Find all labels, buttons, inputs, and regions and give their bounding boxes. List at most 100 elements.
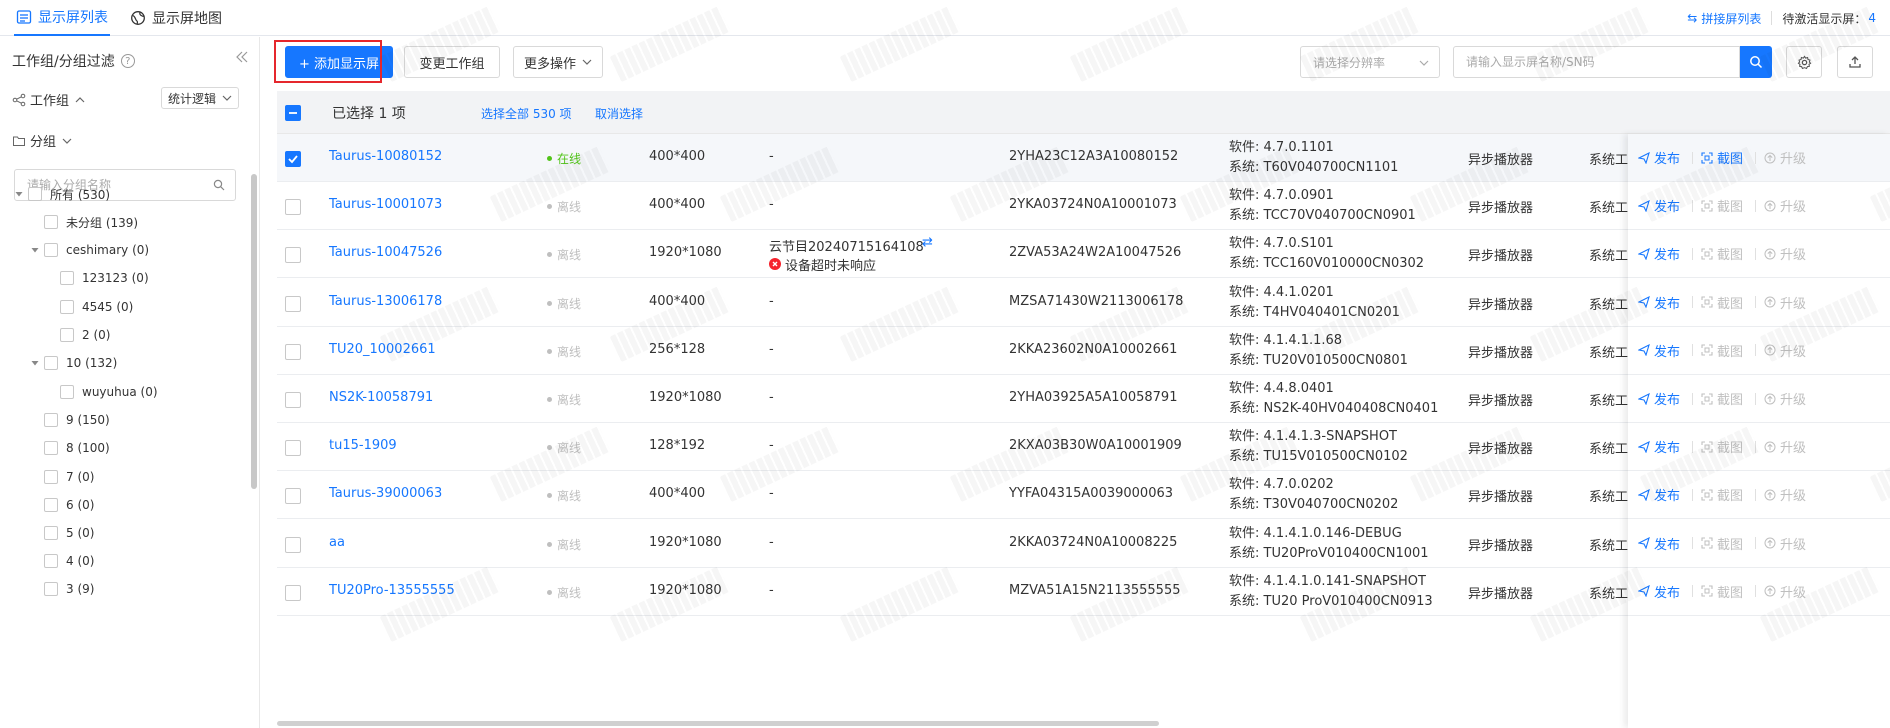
tree-checkbox[interactable]	[28, 187, 42, 201]
tree-item[interactable]: 4 (0)	[30, 551, 94, 571]
tree-item[interactable]: 2 (0)	[46, 325, 110, 345]
actions-column: 发布 截图 升级 发布 截图 升级 发布 截图 升级 发布 截图 升级 发布 截图 升级 发布 截图 升级 发布 截图…	[1628, 134, 1890, 728]
table-header: 已选择 1 项 选择全部 530 项 取消选择	[277, 91, 1890, 134]
splice-screen-list-link[interactable]: 拼接屏列表	[1701, 10, 1761, 27]
tab-screen-list[interactable]: 显示屏列表	[14, 0, 110, 36]
switch-icon[interactable]: ⇄	[922, 235, 933, 250]
screen-name-link[interactable]: Taurus-10001073	[329, 197, 442, 212]
collapse-sidebar-icon[interactable]	[234, 49, 250, 65]
tree-item[interactable]: 9 (150)	[30, 410, 110, 430]
search-icon[interactable]	[213, 179, 225, 191]
change-workgroup-button[interactable]: 变更工作组	[404, 46, 500, 78]
publish-action[interactable]: 发布	[1638, 341, 1680, 360]
screen-name-link[interactable]: Taurus-39000063	[329, 486, 442, 501]
pending-activation-count[interactable]: 4	[1868, 11, 1876, 25]
tree-item[interactable]: 5 (0)	[30, 523, 94, 543]
tree-checkbox[interactable]	[44, 470, 58, 484]
tree-item[interactable]: 4545 (0)	[46, 297, 133, 317]
publish-action[interactable]: 发布	[1638, 293, 1680, 312]
tab-screen-map[interactable]: 显示屏地图	[130, 0, 222, 36]
publish-action[interactable]: 发布	[1638, 244, 1680, 263]
publish-action[interactable]: 发布	[1638, 389, 1680, 408]
tree-item[interactable]: 6 (0)	[30, 495, 94, 515]
select-all-checkbox[interactable]	[285, 105, 301, 121]
horizontal-scrollbar[interactable]	[277, 721, 1159, 726]
screen-search-field[interactable]	[1453, 46, 1740, 78]
upgrade-action-label: 升级	[1780, 152, 1807, 167]
sn-cell: 2KXA03B30W0A10001909	[1009, 438, 1182, 454]
stat-logic-select[interactable]: 统计逻辑	[161, 87, 239, 109]
publish-action[interactable]: 发布	[1638, 148, 1680, 167]
tree-checkbox[interactable]	[60, 385, 74, 399]
export-button[interactable]	[1837, 46, 1873, 78]
tree-checkbox[interactable]	[60, 300, 74, 314]
screen-name-link[interactable]: Taurus-10047526	[329, 245, 442, 260]
search-button[interactable]	[1740, 46, 1772, 78]
row-checkbox[interactable]	[285, 488, 301, 505]
more-actions-button[interactable]: 更多操作	[513, 46, 603, 78]
tree-checkbox[interactable]	[60, 328, 74, 342]
row-checkbox[interactable]	[285, 151, 301, 167]
tree-item[interactable]: 10 (132)	[30, 353, 117, 373]
row-checkbox[interactable]	[285, 199, 301, 216]
tree-checkbox[interactable]	[44, 356, 58, 370]
player-type: 异步播放器	[1468, 538, 1534, 554]
row-checkbox[interactable]	[285, 392, 301, 408]
upgrade-action-label: 升级	[1780, 344, 1807, 360]
tree-item[interactable]: 8 (100)	[30, 438, 110, 458]
settings-button[interactable]	[1786, 46, 1822, 78]
tree-checkbox[interactable]	[44, 526, 58, 540]
tree-checkbox[interactable]	[44, 554, 58, 568]
tree-checkbox[interactable]	[44, 498, 58, 512]
publish-action[interactable]: 发布	[1638, 437, 1680, 456]
screenshot-action[interactable]: 截图	[1701, 148, 1743, 167]
tree-checkbox[interactable]	[60, 271, 74, 285]
publish-action-label: 发布	[1654, 152, 1681, 167]
resolution-select[interactable]: 请选择分辨率	[1300, 46, 1440, 78]
cancel-selection-link[interactable]: 取消选择	[595, 105, 643, 122]
send-icon	[1638, 537, 1650, 550]
screen-name-link[interactable]: tu15-1909	[329, 438, 397, 453]
screen-search-input[interactable]	[1466, 55, 1726, 69]
tree-checkbox[interactable]	[44, 413, 58, 427]
tree-item[interactable]: 123123 (0)	[46, 268, 149, 288]
row-checkbox[interactable]	[285, 295, 301, 312]
screen-name-link[interactable]: NS2K-10058791	[329, 390, 433, 405]
tree-item[interactable]: 3 (9)	[30, 579, 94, 599]
tree-item[interactable]: wuyuhua (0)	[46, 382, 158, 402]
tree-item[interactable]: 7 (0)	[30, 467, 94, 487]
screen-name-link[interactable]: Taurus-13006178	[329, 294, 442, 309]
tree-checkbox[interactable]	[44, 441, 58, 455]
row-checkbox[interactable]	[285, 343, 301, 360]
row-checkbox[interactable]	[285, 536, 301, 553]
caret-down-icon[interactable]	[30, 245, 40, 255]
row-checkbox[interactable]	[285, 247, 301, 264]
caret-down-icon[interactable]	[30, 358, 40, 368]
system-prefix: 系统:	[1229, 401, 1264, 416]
sidebar-scrollbar[interactable]	[251, 174, 257, 489]
tree-checkbox[interactable]	[44, 215, 58, 229]
screenshot-action-label: 截图	[1717, 248, 1744, 264]
screen-name-link[interactable]: TU20_10002661	[329, 342, 436, 357]
screen-name-link[interactable]: Taurus-10080152	[329, 149, 442, 164]
tree-item[interactable]: ceshimary (0)	[30, 240, 149, 260]
group-toggle[interactable]: 分组	[12, 131, 72, 150]
row-checkbox[interactable]	[285, 584, 301, 601]
screen-name-link[interactable]: aa	[329, 535, 345, 550]
tree-checkbox[interactable]	[44, 243, 58, 257]
select-all-link[interactable]: 选择全部 530 项	[481, 105, 572, 122]
tree-checkbox[interactable]	[44, 582, 58, 596]
row-checkbox[interactable]	[285, 440, 301, 457]
help-icon[interactable]: ?	[120, 54, 135, 68]
system-tool: 系统工	[1589, 153, 1629, 168]
workgroup-toggle[interactable]: 工作组	[12, 90, 85, 109]
tree-item[interactable]: 所有 (530)	[14, 184, 110, 204]
publish-action[interactable]: 发布	[1638, 485, 1680, 504]
publish-action[interactable]: 发布	[1638, 196, 1680, 215]
publish-action[interactable]: 发布	[1638, 534, 1680, 553]
tree-item[interactable]: 未分组 (139)	[30, 212, 138, 232]
caret-down-icon[interactable]	[14, 189, 24, 199]
publish-action[interactable]: 发布	[1638, 582, 1680, 601]
screen-name-link[interactable]: TU20Pro-13555555	[329, 583, 455, 598]
